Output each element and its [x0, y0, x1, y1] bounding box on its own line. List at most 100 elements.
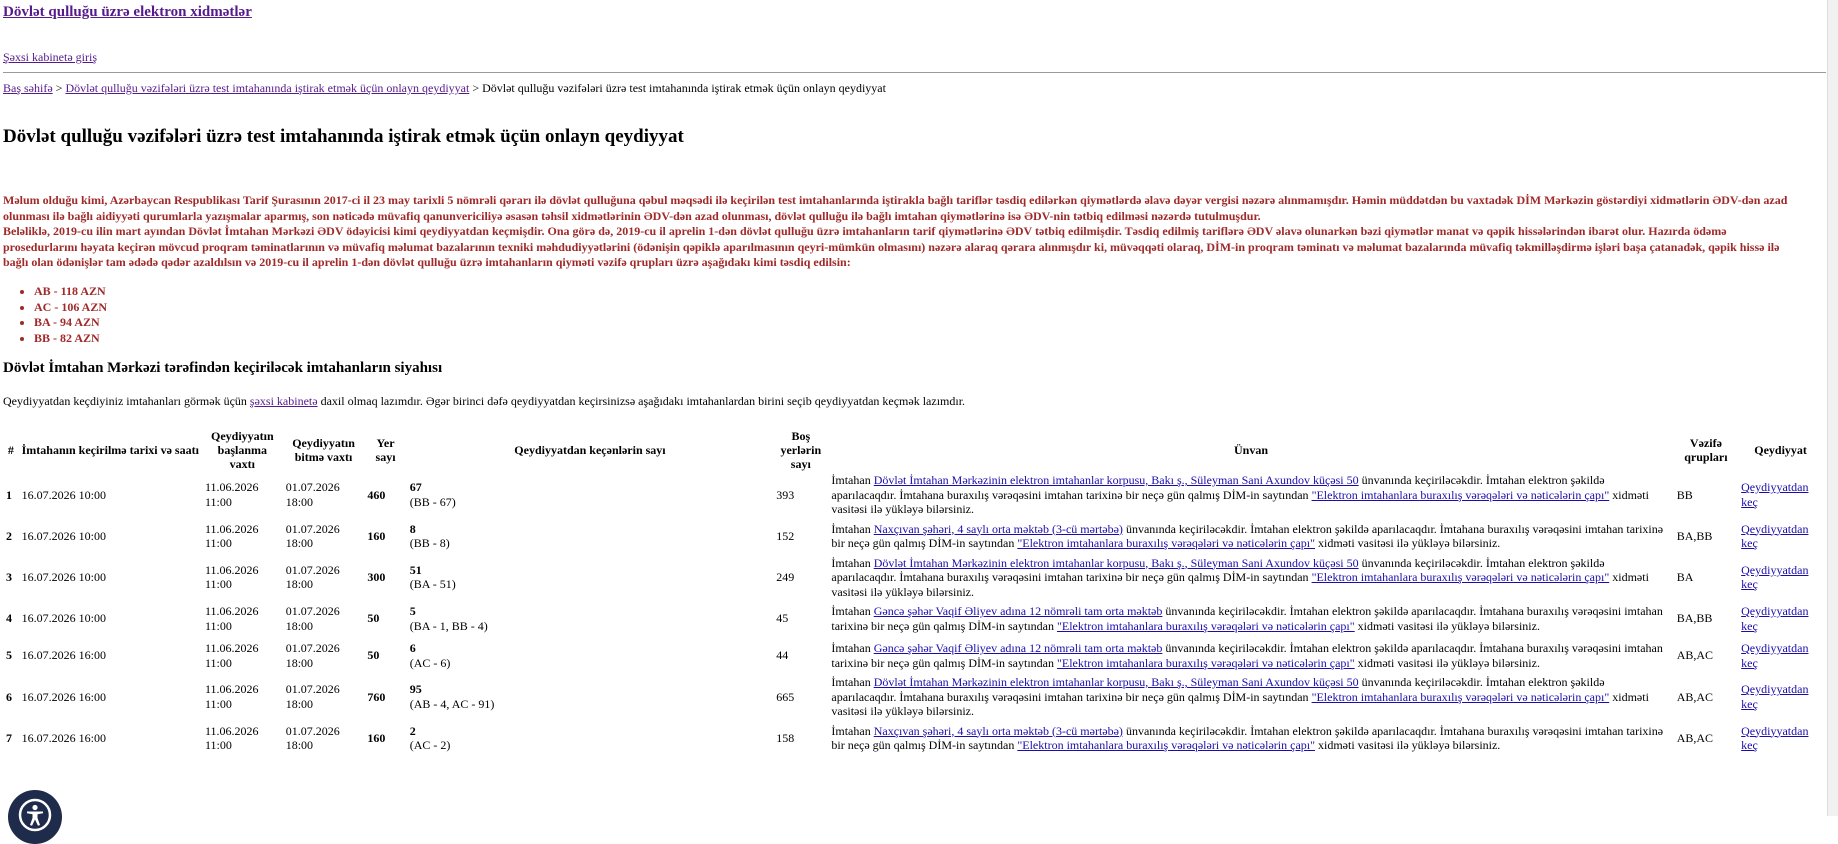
cell-exam-date: 16.07.2026 10:00: [19, 518, 202, 555]
cell-exam-date: 16.07.2026 10:00: [19, 555, 202, 601]
admission-ticket-service-link[interactable]: "Elektron imtahanlara buraxılış vərəqələ…: [1057, 656, 1355, 670]
groups-text: BA,BB: [1676, 611, 1713, 626]
price-item: BB - 82 AZN: [34, 331, 107, 347]
price-item: AC - 106 AZN: [34, 300, 107, 316]
breadcrumb-separator: >: [472, 81, 480, 95]
register-button[interactable]: Qeydiyyatdan keç: [1741, 724, 1808, 753]
col-free-seats: Boş yerlərin sayı: [780, 429, 822, 471]
reg-end-time: 18:00: [285, 655, 314, 670]
address-prefix: İmtahan: [831, 723, 871, 738]
cell-registration: Qeydiyyatdan keç: [1738, 518, 1823, 555]
breadcrumb-home-link[interactable]: Baş səhifə: [3, 81, 53, 95]
table-row: 3 16.07.2026 10:00 11.06.2026 11:00 01.07.20…: [3, 555, 1823, 601]
admission-ticket-service-link[interactable]: "Elektron imtahanlara buraxılış vərəqələ…: [1312, 570, 1610, 584]
cell-address: İmtahan Dövlət İmtahan Mərkəzinin elektr…: [828, 555, 1673, 601]
register-button[interactable]: Qeydiyyatdan keç: [1741, 480, 1808, 509]
register-button[interactable]: Qeydiyyatdan keç: [1741, 682, 1808, 711]
site-title-link[interactable]: Dövlət qulluğu üzrə elektron xidmətlər: [3, 4, 252, 21]
free-seats-text: 249: [776, 570, 795, 584]
reg-end-date: 01.07.2026: [285, 682, 340, 697]
register-button[interactable]: Qeydiyyatdan keç: [1741, 604, 1808, 633]
exam-location-link[interactable]: Gəncə şəhər Vaqif Əliyev adına 12 nömrəl…: [874, 641, 1163, 655]
table-row: 7 16.07.2026 16:00 11.06.2026 11:00 01.07.20…: [3, 720, 1823, 757]
admission-ticket-service-link[interactable]: "Elektron imtahanlara buraxılış vərəqələ…: [1017, 738, 1315, 752]
personal-cabinet-inline-link[interactable]: şəxsi kabinetə: [250, 394, 318, 408]
register-button[interactable]: Qeydiyyatdan keç: [1741, 641, 1808, 670]
reg-start-date: 11.06.2026: [204, 682, 259, 697]
reg-end-date: 01.07.2026: [285, 521, 340, 536]
seats-text: 300: [367, 570, 386, 584]
address-prefix: İmtahan: [831, 604, 871, 618]
vat-notice: Məlum olduğu kimi, Azərbaycan Respublika…: [3, 193, 1803, 271]
free-seats-text: 665: [776, 689, 795, 704]
groups-text: BA: [1676, 570, 1694, 584]
page-scrollbar[interactable]: [1827, 0, 1838, 816]
reg-end-date: 01.07.2026: [285, 604, 340, 618]
reg-start-time: 11:00: [204, 738, 232, 752]
cell-seats: 50: [364, 600, 406, 637]
cell-groups: AB,AC: [1674, 720, 1738, 757]
accessibility-icon: [18, 798, 52, 832]
cell-seats: 460: [364, 472, 406, 518]
price-item: AB - 118 AZN: [34, 284, 107, 300]
registered-count: 51: [409, 562, 422, 577]
cell-reg-start: 11.06.2026 11:00: [202, 518, 283, 555]
address-text-end: xidməti vasitəsi ilə yükləyə bilərsiniz.: [1318, 536, 1501, 550]
seats-text: 160: [367, 528, 386, 543]
accessibility-button[interactable]: [8, 790, 62, 844]
reg-end-time: 18:00: [285, 738, 314, 752]
address-prefix: İmtahan: [831, 521, 871, 536]
exam-location-link[interactable]: Dövlət İmtahan Mərkəzinin elektron imtah…: [874, 473, 1359, 487]
cell-exam-date: 16.07.2026 10:00: [19, 472, 202, 518]
cell-seats: 160: [364, 720, 406, 757]
row-number-text: 6: [6, 689, 12, 704]
exam-date-text: 16.07.2026 16:00: [21, 689, 106, 704]
reg-start-date: 11.06.2026: [204, 480, 259, 495]
col-address: Ünvan: [1234, 443, 1269, 457]
breadcrumb-parent-link[interactable]: Dövlət qulluğu vəzifələri üzrə test imta…: [65, 81, 469, 95]
reg-end-time: 18:00: [285, 577, 314, 592]
register-button[interactable]: Qeydiyyatdan keç: [1741, 522, 1808, 551]
exam-location-link[interactable]: Dövlət İmtahan Mərkəzinin elektron imtah…: [874, 556, 1359, 570]
exam-location-link[interactable]: Naxçıvan şəhəri, 4 saylı orta məktəb (3-…: [874, 724, 1123, 738]
breadcrumb-current: Dövlət qulluğu vəzifələri üzrə test imta…: [482, 81, 886, 95]
groups-text: AB,AC: [1676, 730, 1714, 745]
row-number-text: 2: [6, 528, 12, 543]
cell-reg-start: 11.06.2026 11:00: [202, 600, 283, 637]
address-text-end: xidməti vasitəsi ilə yükləyə bilərsiniz.: [1357, 618, 1540, 633]
price-item: BA - 94 AZN: [34, 315, 107, 331]
reg-end-date: 01.07.2026: [285, 480, 340, 495]
exam-location-link[interactable]: Naxçıvan şəhəri, 4 saylı orta məktəb (3-…: [874, 522, 1123, 536]
cell-registration: Qeydiyyatdan keç: [1738, 674, 1823, 720]
price-list: AB - 118 AZN AC - 106 AZN BA - 94 AZN BB…: [18, 284, 107, 346]
exam-location-link[interactable]: Gəncə şəhər Vaqif Əliyev adına 12 nömrəl…: [874, 604, 1163, 618]
cell-registration: Qeydiyyatdan keç: [1738, 555, 1823, 601]
admission-ticket-service-link[interactable]: "Elektron imtahanlara buraxılış vərəqələ…: [1312, 690, 1610, 704]
personal-cabinet-link[interactable]: Şəxsi kabinetə giriş: [3, 50, 97, 65]
admission-ticket-service-link[interactable]: "Elektron imtahanlara buraxılış vərəqələ…: [1312, 488, 1610, 502]
cell-row-number: 4: [3, 600, 19, 637]
cell-reg-start: 11.06.2026 11:00: [202, 555, 283, 601]
cell-reg-start: 11.06.2026 11:00: [202, 637, 283, 674]
admission-ticket-service-link[interactable]: "Elektron imtahanlara buraxılış vərəqələ…: [1057, 619, 1355, 633]
cell-address: İmtahan Dövlət İmtahan Mərkəzinin elektr…: [828, 472, 1673, 518]
exams-table-body: 1 16.07.2026 10:00 11.06.2026 11:00 01.07.20…: [3, 472, 1823, 757]
cell-address: İmtahan Naxçıvan şəhəri, 4 saylı orta mə…: [828, 518, 1673, 555]
registered-count: 8: [409, 521, 416, 536]
col-registration: Qeydiyyat: [1754, 443, 1807, 457]
registered-detail: (BA - 51): [409, 577, 456, 592]
cell-reg-end: 01.07.2026 18:00: [283, 637, 365, 674]
registered-count: 95: [409, 682, 422, 697]
exams-table: # İmtahanın keçirilmə tarixi və saatı Qe…: [3, 428, 1823, 757]
cell-reg-start: 11.06.2026 11:00: [202, 674, 283, 720]
cell-free-seats: 393: [773, 472, 828, 518]
intro-before: Qeydiyyatdan keçdiyiniz imtahanları görm…: [3, 394, 247, 408]
cell-groups: BA: [1674, 555, 1738, 601]
admission-ticket-service-link[interactable]: "Elektron imtahanlara buraxılış vərəqələ…: [1017, 536, 1315, 550]
exam-date-text: 16.07.2026 10:00: [21, 611, 106, 626]
register-button[interactable]: Qeydiyyatdan keç: [1741, 563, 1808, 592]
table-row: 5 16.07.2026 16:00 11.06.2026 11:00 01.07.20…: [3, 637, 1823, 674]
exam-location-link[interactable]: Dövlət İmtahan Mərkəzinin elektron imtah…: [874, 675, 1359, 689]
table-row: 1 16.07.2026 10:00 11.06.2026 11:00 01.07.20…: [3, 472, 1823, 518]
cell-seats: 300: [364, 555, 406, 601]
